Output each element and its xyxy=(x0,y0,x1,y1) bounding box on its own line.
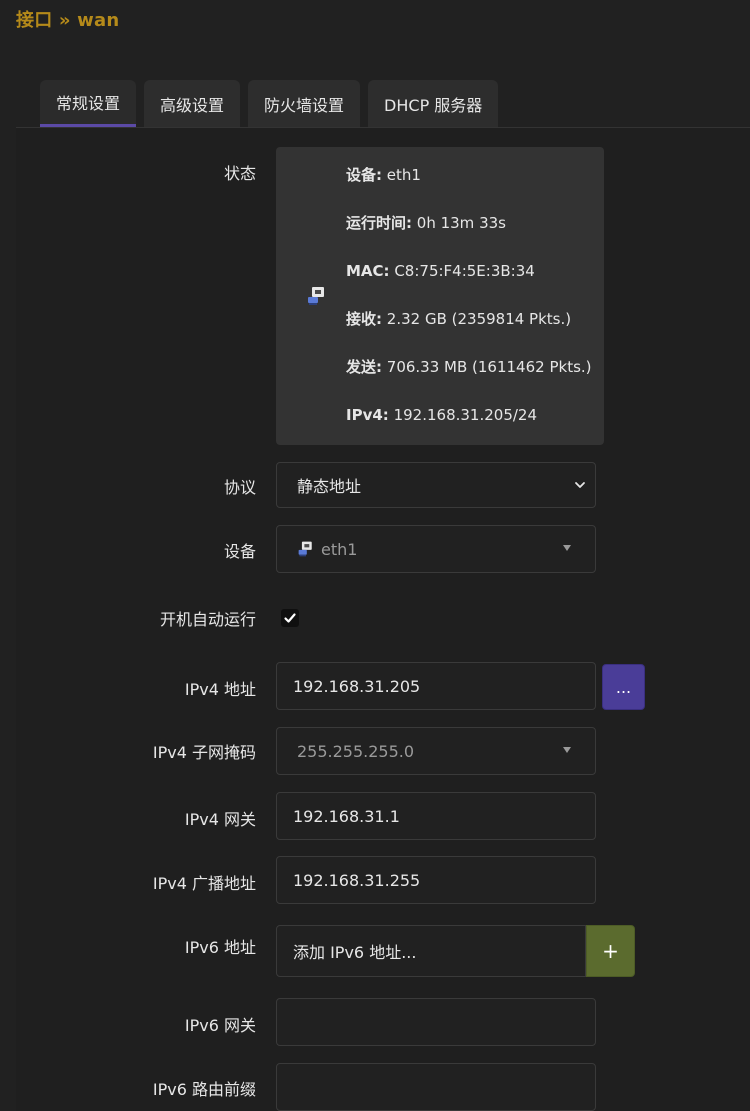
device-value: eth1 xyxy=(321,539,358,559)
ipv6-prefix-input[interactable] xyxy=(276,1063,596,1111)
ipv6-gateway-input[interactable] xyxy=(276,998,596,1046)
add-ipv6-address-button[interactable]: + xyxy=(586,925,635,977)
checkmark-icon xyxy=(284,613,296,623)
status-card: 设备: eth1 运行时间: 0h 13m 33s MAC: C8:75:F4:… xyxy=(276,147,604,445)
ipv6-address-label: IPv6 地址 xyxy=(184,938,256,957)
ipv4-address-input[interactable]: 192.168.31.205 xyxy=(276,662,596,710)
protocol-value: 静态地址 xyxy=(297,477,362,496)
tab-bar: 常规设置 高级设置 防火墙设置 DHCP 服务器 xyxy=(40,80,499,127)
ipv6-address-input[interactable]: 添加 IPv6 地址... xyxy=(276,925,586,977)
status-rx: 接收: 2.32 GB (2359814 Pkts.) xyxy=(346,310,572,328)
ipv4-gateway-input[interactable]: 192.168.31.1 xyxy=(276,792,596,840)
ipv4-broadcast-value: 192.168.31.255 xyxy=(293,870,421,890)
ipv4-address-more-button[interactable]: ... xyxy=(602,664,645,710)
ipv4-netmask-select[interactable]: 255.255.255.0 xyxy=(276,727,596,775)
ethernet-port-icon xyxy=(308,287,324,305)
ipv4-netmask-label: IPv4 子网掩码 xyxy=(152,743,256,762)
protocol-select[interactable]: 静态地址 xyxy=(276,462,596,508)
page-title: 接口 » wan xyxy=(16,10,120,31)
tab-advanced[interactable]: 高级设置 xyxy=(144,80,241,127)
device-label: 设备 xyxy=(223,542,256,561)
tab-dhcp-server[interactable]: DHCP 服务器 xyxy=(368,80,499,127)
tab-general[interactable]: 常规设置 xyxy=(40,80,137,127)
status-mac: MAC: C8:75:F4:5E:3B:34 xyxy=(346,262,535,280)
status-details: 设备: eth1 运行时间: 0h 13m 33s MAC: C8:75:F4:… xyxy=(346,161,596,449)
triangle-down-icon xyxy=(563,747,571,753)
ipv4-gateway-value: 192.168.31.1 xyxy=(293,806,400,826)
chevron-down-icon xyxy=(575,482,585,488)
autostart-checkbox[interactable] xyxy=(281,609,299,627)
ipv4-broadcast-input[interactable]: 192.168.31.255 xyxy=(276,856,596,904)
status-tx: 发送: 706.33 MB (1611462 Pkts.) xyxy=(346,358,592,376)
status-uptime: 运行时间: 0h 13m 33s xyxy=(346,214,506,232)
protocol-label: 协议 xyxy=(223,478,256,497)
status-device: 设备: eth1 xyxy=(346,166,421,184)
triangle-down-icon xyxy=(563,545,571,551)
status-label: 状态 xyxy=(223,164,256,183)
autostart-label: 开机自动运行 xyxy=(159,610,256,629)
device-select[interactable]: eth1 xyxy=(276,525,596,573)
ethernet-port-icon xyxy=(298,541,312,557)
ipv6-prefix-label: IPv6 路由前缀 xyxy=(152,1080,256,1099)
ipv6-address-placeholder: 添加 IPv6 地址... xyxy=(293,943,417,962)
tab-firewall[interactable]: 防火墙设置 xyxy=(248,80,361,127)
ipv4-gateway-label: IPv4 网关 xyxy=(184,810,256,829)
ipv4-address-label: IPv4 地址 xyxy=(184,680,256,699)
ipv4-address-value: 192.168.31.205 xyxy=(293,676,421,696)
ipv6-gateway-label: IPv6 网关 xyxy=(184,1016,256,1035)
status-ipv4: IPv4: 192.168.31.205/24 xyxy=(346,406,538,424)
ipv4-broadcast-label: IPv4 广播地址 xyxy=(152,874,256,893)
ipv4-netmask-value: 255.255.255.0 xyxy=(297,741,415,761)
